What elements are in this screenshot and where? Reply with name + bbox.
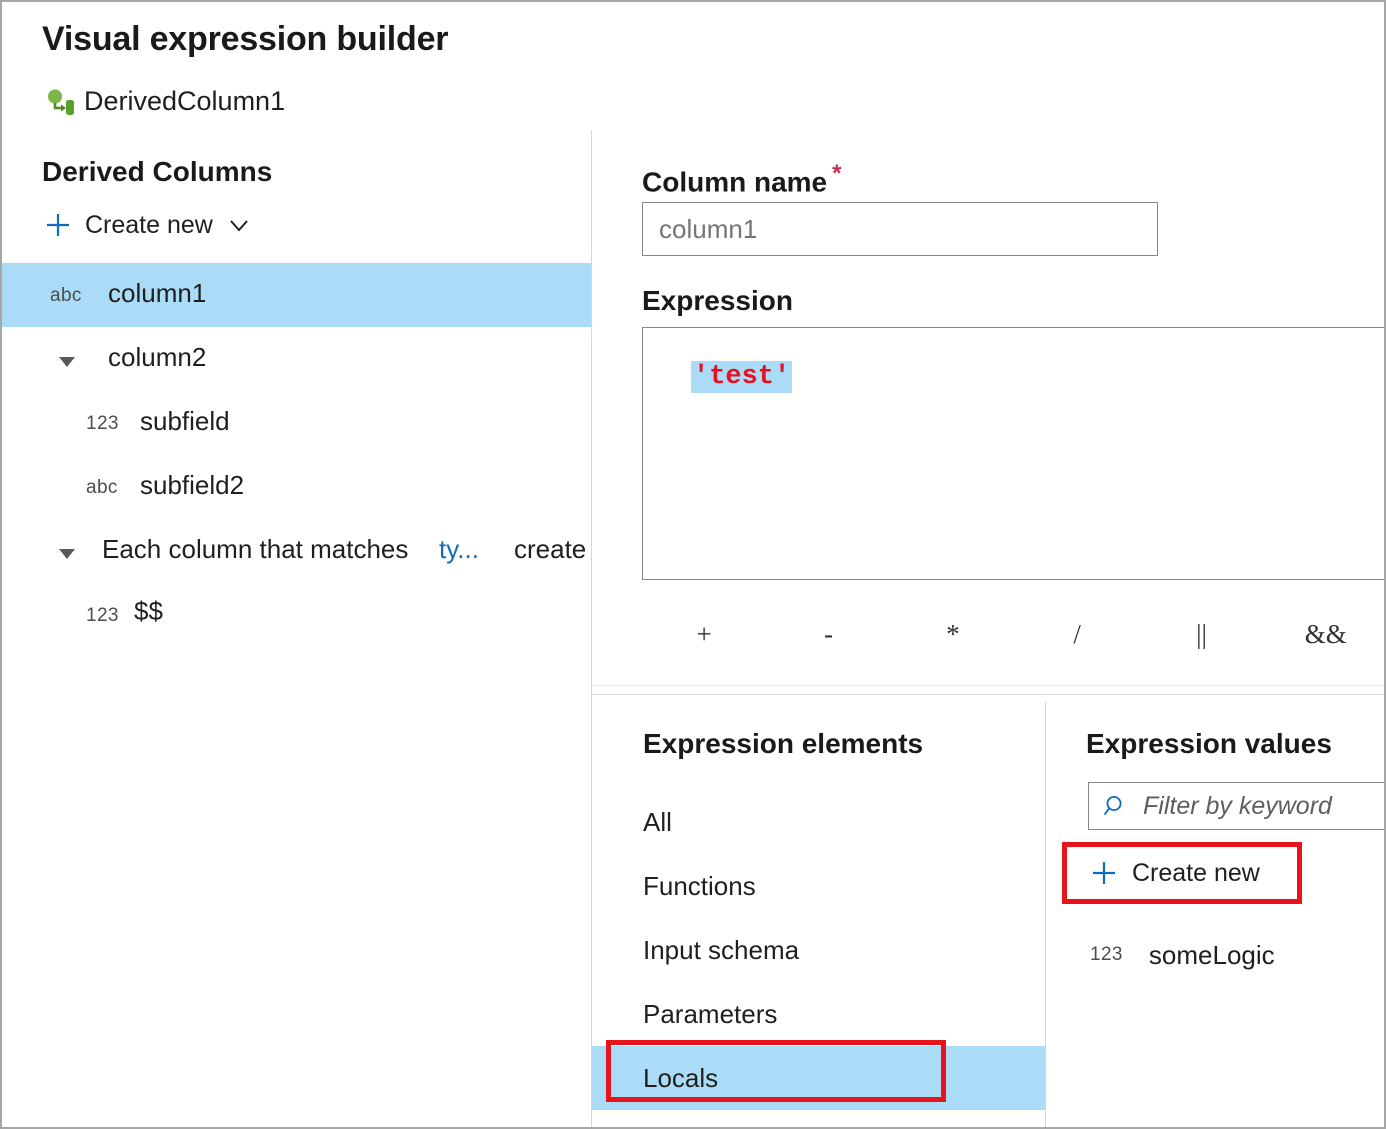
derived-columns-title: Derived Columns xyxy=(42,156,272,188)
expression-elements-title: Expression elements xyxy=(643,728,923,760)
pattern-prefix-label: Each column that matches xyxy=(102,534,408,565)
column-name-input[interactable] xyxy=(642,202,1158,256)
pattern-suffix-label: create xyxy=(514,534,586,565)
number-type-icon: 123 xyxy=(86,413,130,435)
derived-column-name: DerivedColumn1 xyxy=(84,86,285,117)
filter-box[interactable] xyxy=(1088,782,1386,830)
operator-or-button[interactable]: || xyxy=(1139,607,1263,661)
page-title: Visual expression builder xyxy=(42,20,448,59)
plus-icon xyxy=(44,211,72,239)
tree-item-label: subfield2 xyxy=(140,470,244,501)
expression-editor[interactable]: 'test' xyxy=(642,327,1386,580)
operator-and-button[interactable]: && xyxy=(1264,607,1386,661)
expander-collapse-icon[interactable] xyxy=(54,348,80,374)
expression-value-item-somelogic[interactable]: 123 someLogic xyxy=(1090,930,1275,980)
tree-item-label: column2 xyxy=(108,342,206,373)
tree-item-label: subfield xyxy=(140,406,230,437)
tree-item-dollar-dollar[interactable]: 123 $$ xyxy=(2,583,591,647)
tree-item-label: $$ xyxy=(134,596,163,627)
column-name-label-text: Column name xyxy=(642,166,827,197)
tree-item-label: column1 xyxy=(108,278,206,309)
horizontal-divider-bottom xyxy=(592,694,1386,695)
create-new-local-button[interactable]: Create new xyxy=(1090,848,1260,898)
operator-plus-button[interactable]: + xyxy=(642,607,766,661)
operator-multiply-button[interactable]: * xyxy=(891,607,1015,661)
tree-item-subfield[interactable]: 123 subfield xyxy=(2,391,591,455)
expression-values-panel: Expression values Create new 123 someLog… xyxy=(1046,702,1386,1129)
expression-elements-panel: Expression elements All Functions Input … xyxy=(592,702,1045,1129)
breadcrumb: DerivedColumn1 xyxy=(46,86,285,117)
expression-element-locals[interactable]: Locals xyxy=(592,1046,1045,1110)
search-icon xyxy=(1103,793,1129,819)
create-new-label: Create new xyxy=(85,211,213,240)
expression-element-functions[interactable]: Functions xyxy=(592,854,1045,918)
string-type-icon: abc xyxy=(86,477,130,499)
horizontal-divider-top xyxy=(592,685,1386,686)
expression-element-all[interactable]: All xyxy=(592,790,1045,854)
expression-token[interactable]: 'test' xyxy=(691,361,792,393)
filter-input[interactable] xyxy=(1141,782,1386,830)
tree-item-column-pattern[interactable]: Each column that matches ty... create xyxy=(2,519,591,583)
expression-editor-panel: Column name* Expression 'test' + - * / |… xyxy=(592,142,1386,685)
expression-element-input-schema[interactable]: Input schema xyxy=(592,918,1045,982)
visual-expression-builder-window: Visual expression builder DerivedColumn1… xyxy=(0,0,1386,1129)
number-type-icon: 123 xyxy=(1090,944,1123,966)
string-type-icon: abc xyxy=(50,285,94,307)
operator-toolbar: + - * / || && xyxy=(642,602,1386,666)
expression-elements-list: All Functions Input schema Parameters Lo… xyxy=(592,790,1045,1110)
tree-item-column1[interactable]: abc column1 xyxy=(2,263,591,327)
create-new-label: Create new xyxy=(1132,859,1260,888)
create-new-derived-column-button[interactable]: Create new xyxy=(38,205,258,245)
expression-label: Expression xyxy=(642,285,793,317)
number-type-icon: 123 xyxy=(86,605,130,627)
expander-collapse-icon[interactable] xyxy=(54,540,80,566)
derived-column-icon xyxy=(46,87,76,117)
column-name-label: Column name* xyxy=(642,160,841,198)
plus-icon xyxy=(1090,859,1118,887)
tree-item-subfield2[interactable]: abc subfield2 xyxy=(2,455,591,519)
operator-minus-button[interactable]: - xyxy=(766,607,890,661)
expression-values-title: Expression values xyxy=(1086,728,1332,760)
chevron-down-icon[interactable] xyxy=(226,212,252,238)
derived-columns-tree: abc column1 column2 123 subfield abc sub… xyxy=(2,263,591,647)
expression-element-parameters[interactable]: Parameters xyxy=(592,982,1045,1046)
expression-value-label: someLogic xyxy=(1149,940,1275,971)
pattern-match-link[interactable]: ty... xyxy=(439,534,479,565)
required-asterisk: * xyxy=(832,160,841,187)
tree-item-column2[interactable]: column2 xyxy=(2,327,591,391)
operator-divide-button[interactable]: / xyxy=(1015,607,1139,661)
